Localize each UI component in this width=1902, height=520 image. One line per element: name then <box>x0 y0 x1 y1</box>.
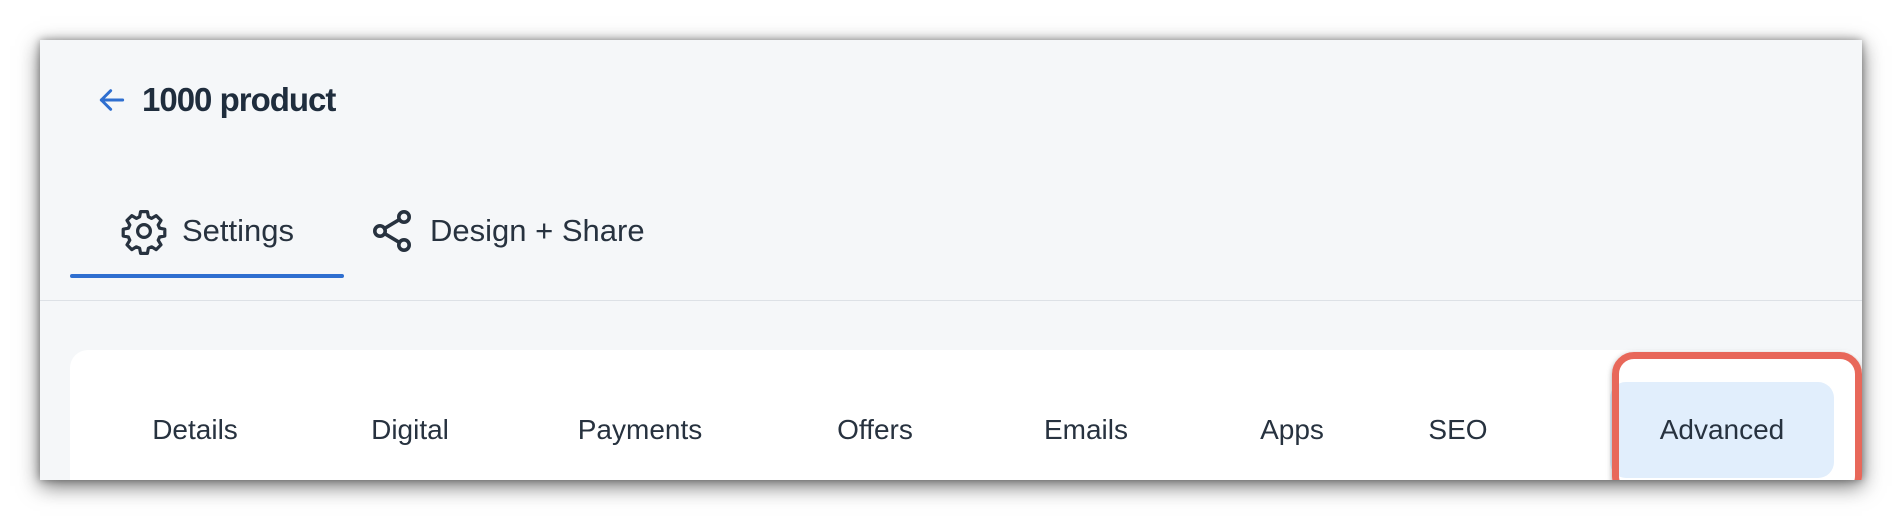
subtab-payments[interactable]: Payments <box>540 382 740 478</box>
page-header: 1000 product <box>90 72 336 128</box>
share-icon <box>368 207 416 255</box>
subtab-label: Offers <box>837 414 913 445</box>
arrow-left-icon <box>99 89 125 111</box>
subtab-label: Advanced <box>1659 414 1785 445</box>
subtab-label: Apps <box>1260 414 1324 445</box>
tab-settings-label: Settings <box>182 213 295 248</box>
back-button[interactable] <box>90 78 134 122</box>
header-divider <box>40 300 1862 301</box>
tab-design-share-label: Design + Share <box>430 213 645 248</box>
page-title: 1000 product <box>142 81 336 118</box>
subtab-emails[interactable]: Emails <box>1010 382 1162 478</box>
subtab-apps[interactable]: Apps <box>1162 382 1422 478</box>
top-tabs: Settings Design + Share <box>70 186 695 278</box>
app-window: 1000 product Settings Design + Share Det… <box>40 40 1862 480</box>
settings-card: Details Digital Payments Offers Emails A… <box>70 350 1862 480</box>
subtab-digital[interactable]: Digital <box>280 382 540 478</box>
subtab-advanced[interactable]: Advanced <box>1610 382 1834 478</box>
subtab-offers[interactable]: Offers <box>740 382 1010 478</box>
subtab-label: Details <box>152 414 238 445</box>
subtab-details[interactable]: Details <box>110 382 280 478</box>
settings-subtabs: Details Digital Payments Offers Emails A… <box>110 382 1834 478</box>
subtab-label: Digital <box>371 414 449 445</box>
subtab-seo[interactable]: SEO <box>1422 382 1494 478</box>
subtab-label: SEO <box>1428 414 1488 445</box>
subtab-label: Emails <box>1043 414 1128 445</box>
subtab-label: Payments <box>577 414 703 445</box>
tab-design-share[interactable]: Design + Share <box>344 186 695 276</box>
gear-icon <box>120 207 168 255</box>
tab-settings[interactable]: Settings <box>70 186 345 278</box>
